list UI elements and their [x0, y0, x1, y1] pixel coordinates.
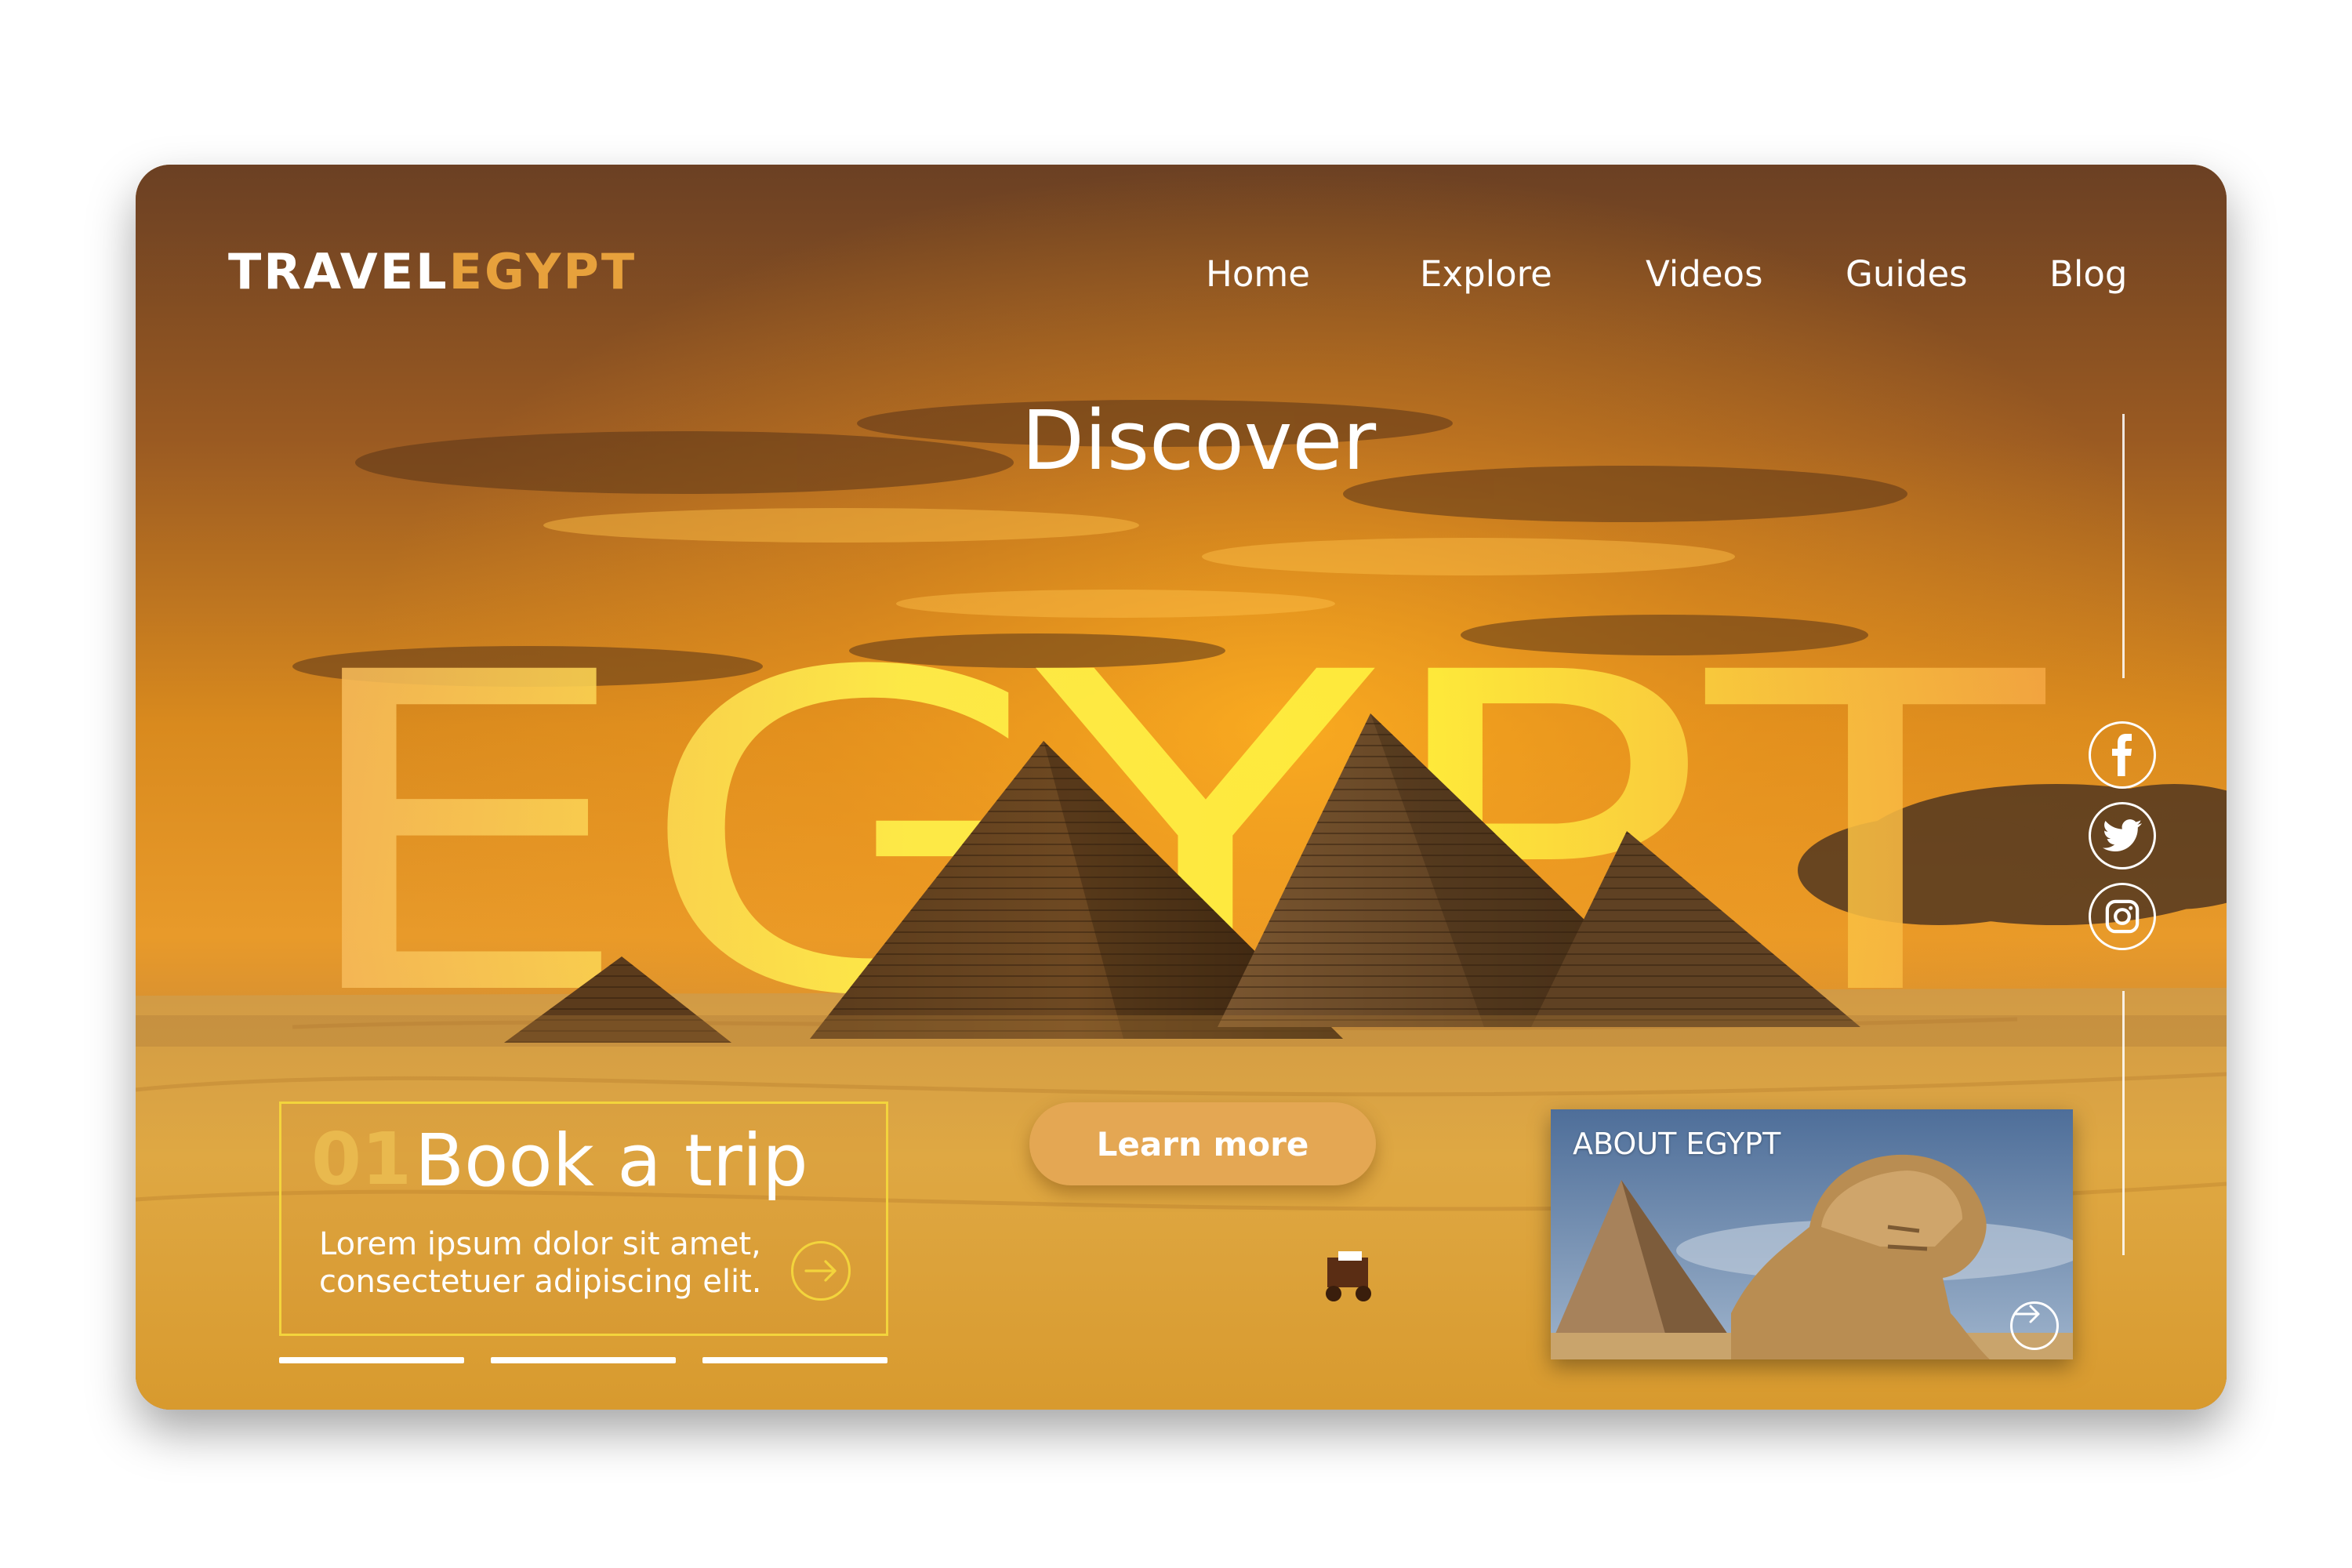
arrow-right-icon[interactable] — [2010, 1301, 2059, 1350]
book-trip-description: Lorem ipsum dolor sit amet, consectetuer… — [319, 1225, 789, 1301]
slider-indicator-2[interactable] — [491, 1357, 676, 1363]
main-nav: Home Explore Videos Guides Blog — [136, 243, 2227, 306]
learn-more-button[interactable]: Learn more — [1029, 1102, 1376, 1185]
about-egypt-card[interactable]: ABOUT EGYPT — [1551, 1109, 2073, 1359]
twitter-icon[interactable] — [2089, 802, 2156, 869]
nav-item-home[interactable]: Home — [1206, 243, 1310, 306]
book-trip-description-line2: consectetuer adipiscing elit. — [319, 1264, 762, 1300]
slider-indicator-3[interactable] — [702, 1357, 887, 1363]
about-egypt-title: ABOUT EGYPT — [1573, 1127, 1781, 1161]
instagram-icon[interactable] — [2089, 883, 2156, 950]
book-trip-title[interactable]: Book a trip — [415, 1121, 808, 1200]
nav-item-videos[interactable]: Videos — [1646, 243, 1763, 306]
facebook-icon[interactable] — [2089, 721, 2156, 789]
hero-eyebrow: Discover — [1021, 393, 1377, 488]
slider-indicator-1[interactable] — [279, 1357, 464, 1363]
book-trip-card: 01 Book a trip Lorem ipsum dolor sit ame… — [279, 1102, 888, 1336]
book-trip-number: 01 — [311, 1117, 412, 1201]
slider-indicators — [279, 1357, 891, 1363]
arrow-right-icon[interactable] — [791, 1241, 851, 1301]
nav-item-guides[interactable]: Guides — [1846, 243, 1968, 306]
book-trip-description-line1: Lorem ipsum dolor sit amet, — [319, 1226, 761, 1262]
nav-item-blog[interactable]: Blog — [2049, 243, 2127, 306]
side-divider-top — [2122, 414, 2125, 678]
nav-item-explore[interactable]: Explore — [1420, 243, 1552, 306]
hero-card: EGYPT TRAVELEGYPT Home Explore Videos Gu… — [136, 165, 2227, 1410]
side-divider-bottom — [2122, 991, 2125, 1255]
